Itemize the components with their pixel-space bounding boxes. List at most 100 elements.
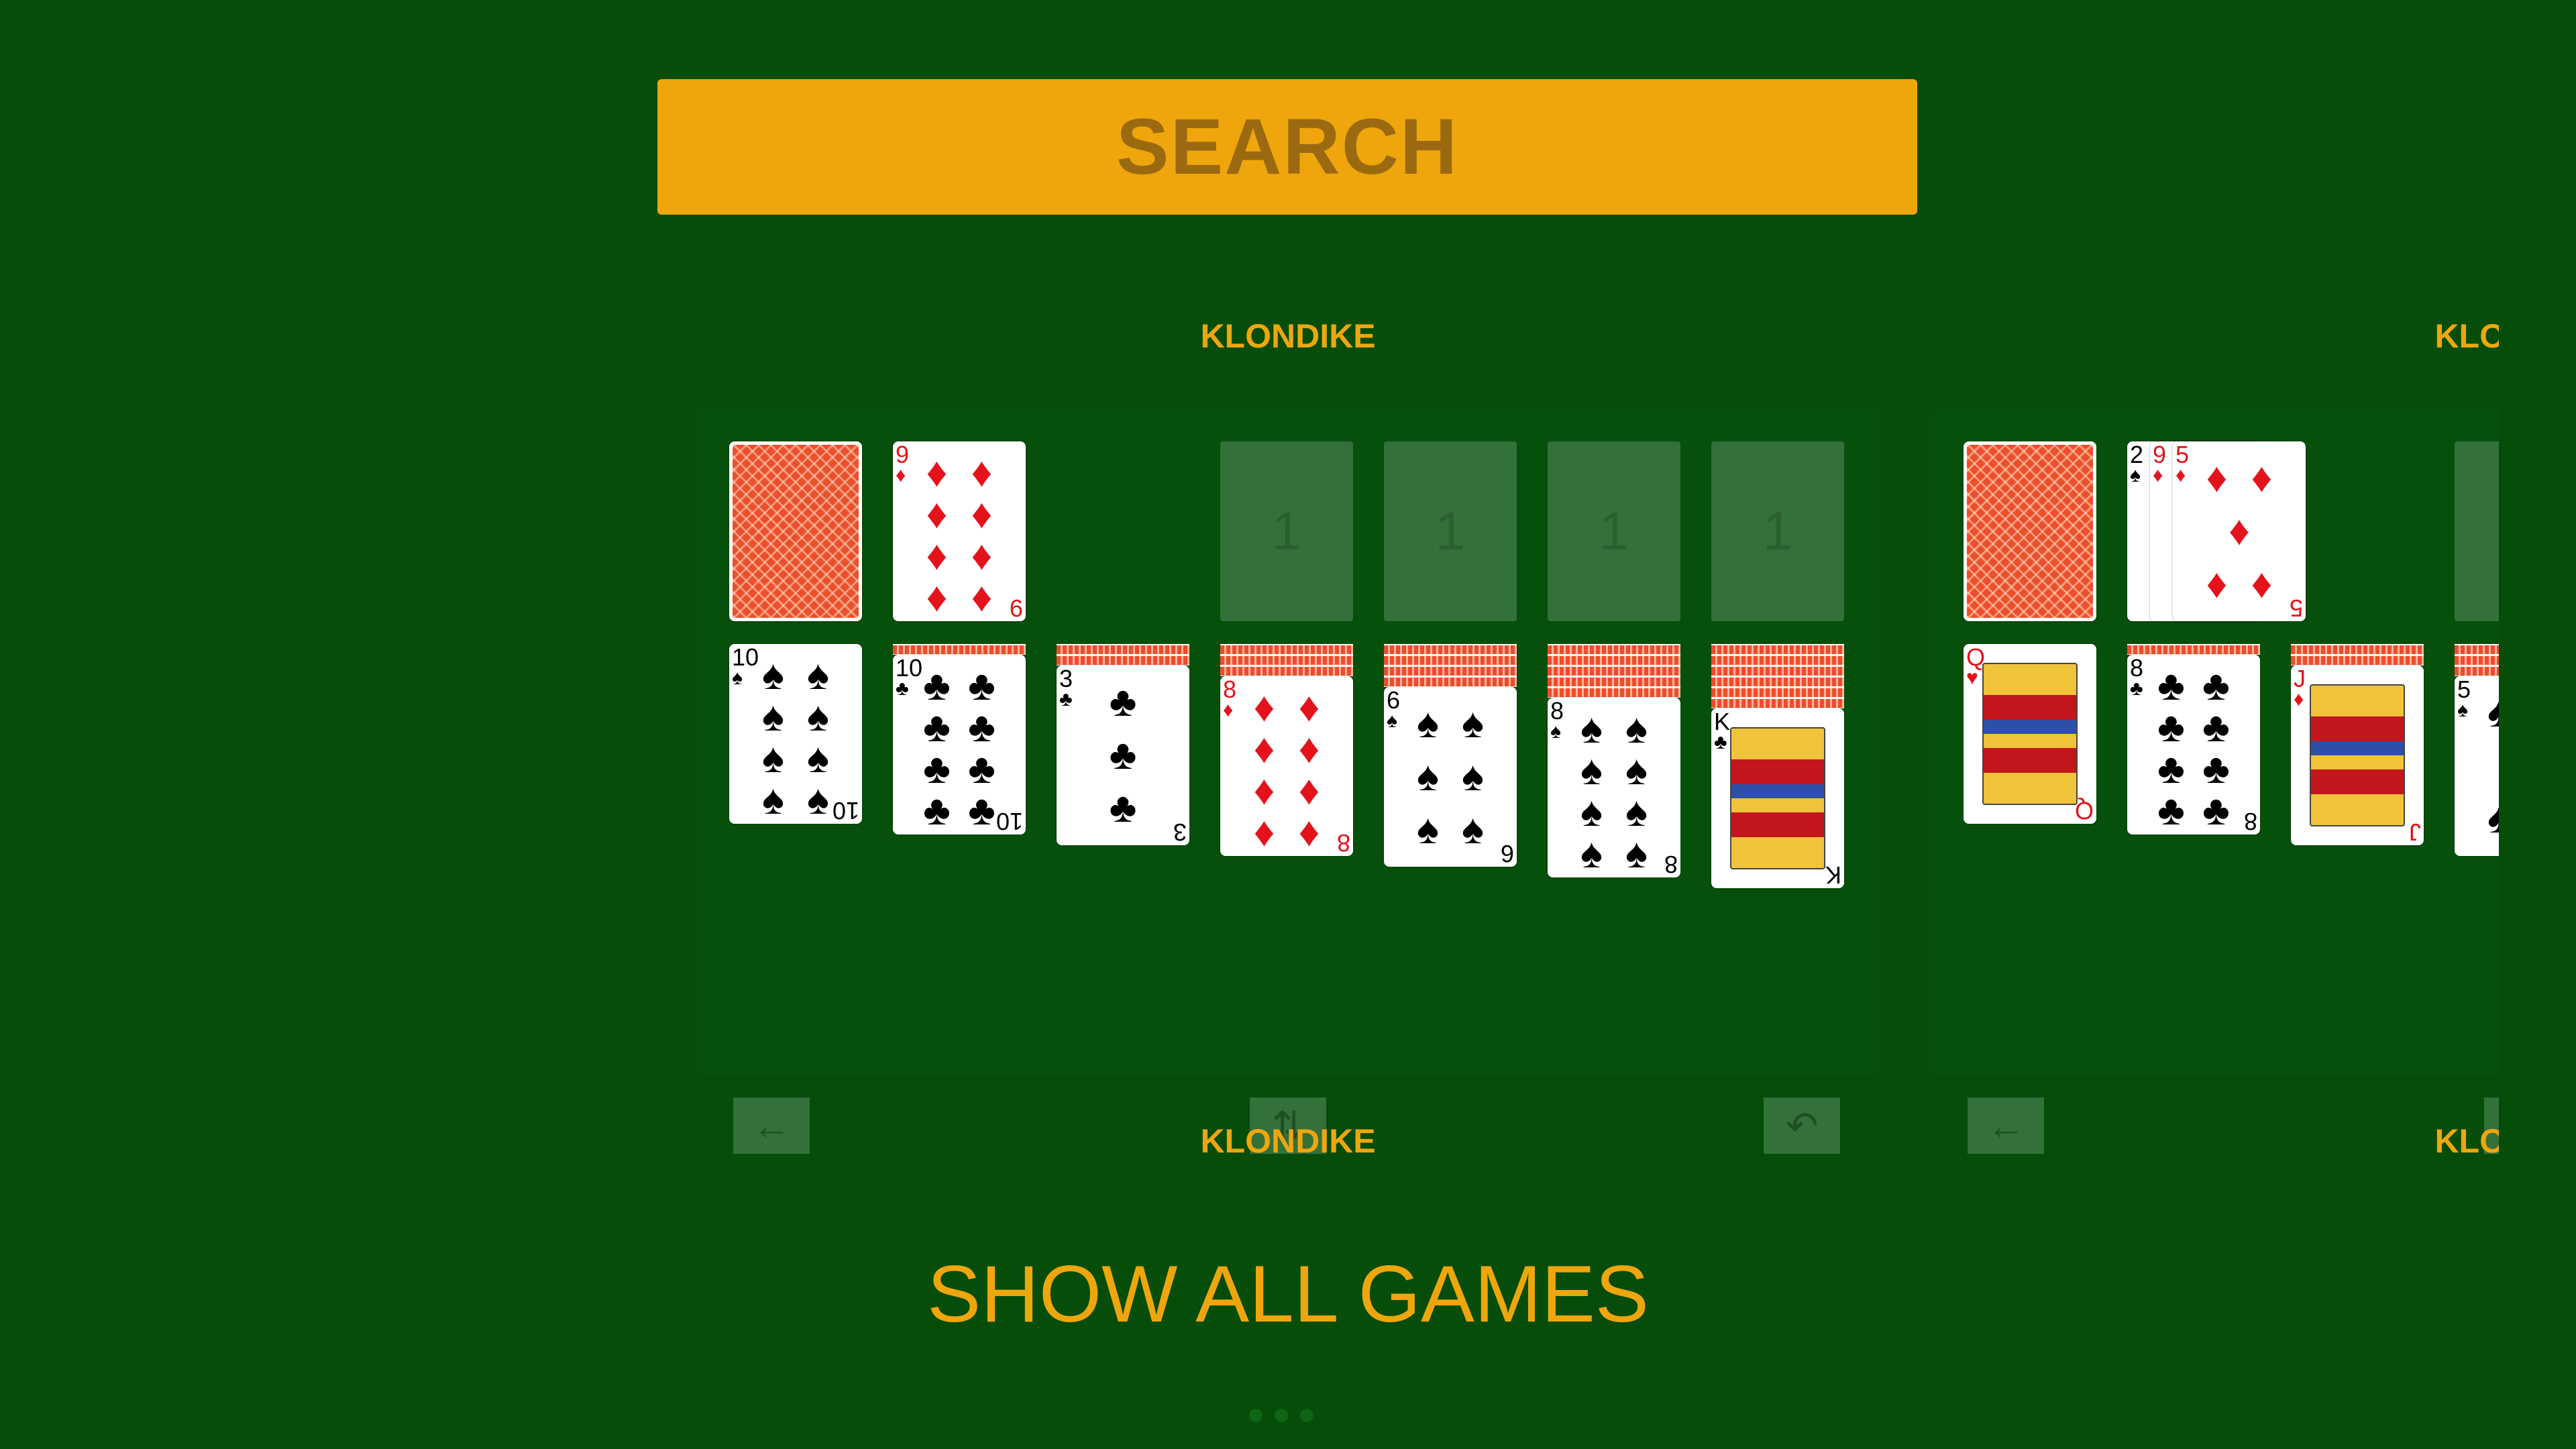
club-icon: ♣	[896, 678, 909, 700]
facedown-card	[1384, 665, 1517, 676]
facedown-card	[2455, 665, 2499, 676]
card-pips: ♣ ♣ ♣ ♣ ♣ ♣ ♣ ♣	[923, 663, 996, 834]
stock-pile[interactable]	[729, 441, 862, 621]
game-title: KLONDIKE	[2434, 317, 2499, 355]
tableau-card[interactable]: K ♣ K	[1711, 708, 1844, 888]
facedown-card	[1057, 655, 1189, 665]
facedown-card	[1220, 644, 1353, 655]
card-rank: K	[1714, 708, 1731, 735]
facedown-card	[1220, 665, 1353, 676]
tableau-card[interactable]: 8 ♠ ♠ ♠ ♠ ♠ ♠ ♠ ♠ ♠ 8	[1548, 698, 1680, 877]
page-dot[interactable]	[1275, 1409, 1288, 1422]
show-all-games-link[interactable]: SHOW ALL GAMES	[0, 1248, 2576, 1340]
tableau-card[interactable]: 6 ♠ ♠ ♠ ♠ ♠ ♠ ♠ 6	[1384, 687, 1517, 867]
card-pips: ♠♠♠♠♠	[2487, 690, 2499, 842]
game-board[interactable]: 2 ♠ 9 ♦ 5 ♦ ♦ ♦ ♦ ♦ ♦ 5 Q ♥ Q 8 ♣ ♣ ♣ ♣ …	[1929, 409, 2499, 1154]
card-rank: 9	[2153, 441, 2167, 468]
card-rank: 2	[2130, 441, 2144, 468]
tableau-card[interactable]: Q ♥ Q	[1964, 644, 2096, 824]
card-pips: ♦ ♦ ♦ ♦ ♦ ♦ ♦ ♦	[926, 449, 993, 621]
facedown-card	[2455, 655, 2499, 665]
diamond-icon: ♦	[2294, 688, 2304, 710]
card-pips: ♦ ♦ ♦ ♦ ♦ ♦ ♦ ♦	[1253, 684, 1320, 855]
facedown-card	[1548, 687, 1680, 698]
card-rank: 10	[832, 797, 859, 824]
game-preview-klondike-1[interactable]: KLONDIKE 9 ♦ ♦ ♦ ♦ ♦ ♦ ♦ ♦ ♦ 9 1 1 1 1 10 ♠	[694, 295, 1895, 1167]
foundation-slot[interactable]: 1	[1711, 441, 1844, 621]
tableau-card[interactable]: 8 ♦ ♦ ♦ ♦ ♦ ♦ ♦ ♦ ♦ 8	[1220, 676, 1353, 856]
foundation-slot[interactable]: 1	[1548, 441, 1680, 621]
tableau-card[interactable]: 3 ♣ ♣ ♣ ♣ 3	[1057, 665, 1189, 845]
page-dot[interactable]	[1300, 1409, 1313, 1422]
club-icon: ♣	[1714, 731, 1727, 753]
card-pips: ♠ ♠ ♠ ♠ ♠ ♠	[1417, 700, 1484, 853]
card-rank: 10	[996, 808, 1023, 835]
card-rank: 6	[1500, 840, 1514, 867]
diamond-icon: ♦	[2176, 464, 2186, 486]
facedown-card	[1711, 698, 1844, 708]
foundation-slot[interactable]	[2455, 441, 2499, 621]
game-title: KLONDIKE	[2434, 1122, 2499, 1160]
club-icon: ♣	[2130, 678, 2143, 700]
game-preview-klondike-2[interactable]: KLONDIKE 2 ♠ 9 ♦ 5 ♦ ♦♦♦♦♦ 5	[1929, 295, 2499, 1167]
facedown-card	[893, 644, 1026, 655]
games-carousel[interactable]: KLONDIKE 9 ♦ ♦ ♦ ♦ ♦ ♦ ♦ ♦ ♦ 9 1 1 1 1 10 ♠	[694, 295, 2499, 1167]
card-rank: 8	[2243, 808, 2257, 835]
card-rank: J	[2409, 818, 2421, 845]
card-rank: 8	[2130, 655, 2144, 682]
card-pips: ♣ ♣ ♣ ♣ ♣ ♣ ♣ ♣	[2157, 663, 2230, 834]
page-dot[interactable]	[1249, 1409, 1263, 1422]
card-rank: 8	[1223, 676, 1237, 703]
card-rank: 5	[2176, 441, 2190, 468]
facedown-card	[1711, 687, 1844, 698]
card-rank: 3	[1173, 818, 1187, 845]
pagination-dots-icon[interactable]	[1249, 1409, 1313, 1422]
facedown-card	[1384, 644, 1517, 655]
king-face-icon	[1730, 727, 1825, 869]
tableau-card[interactable]: 5 ♠ ♠♠♠♠♠	[2455, 676, 2499, 856]
card-pips: ♦ ♦ ♦ ♦ ♦	[2206, 455, 2273, 607]
card-rank: 8	[1550, 698, 1564, 724]
game-title: KLONDIKE	[1200, 1122, 1376, 1160]
card-rank: 9	[1009, 594, 1023, 621]
foundation-slot[interactable]: 1	[1220, 441, 1353, 621]
jack-face-icon	[2310, 684, 2405, 826]
card-pips: ♠ ♠ ♠ ♠ ♠ ♠ ♠ ♠	[1580, 706, 1648, 877]
tableau-card[interactable]: 10 ♠ ♠ ♠ ♠ ♠ ♠ ♠ ♠ ♠ 10	[729, 644, 862, 824]
foundation-slot[interactable]: 1	[1384, 441, 1517, 621]
facedown-card	[1384, 676, 1517, 687]
facedown-card	[2455, 644, 2499, 655]
club-icon: ♣	[1059, 688, 1073, 710]
spade-icon: ♠	[732, 667, 743, 689]
waste-card[interactable]: 9 ♦ ♦ ♦ ♦ ♦ ♦ ♦ ♦ ♦ 9	[893, 441, 1026, 621]
game-board[interactable]: 9 ♦ ♦ ♦ ♦ ♦ ♦ ♦ ♦ ♦ 9 1 1 1 1 10 ♠ ♠ ♠ ♠ ♠ ♠ ♠ ♠ ♠ 10	[694, 409, 1882, 1154]
queen-face-icon	[1982, 663, 2078, 805]
tableau-card[interactable]: J ♦ J	[2291, 665, 2424, 845]
facedown-card	[1711, 676, 1844, 687]
card-rank: 9	[896, 441, 910, 468]
facedown-card	[2291, 655, 2424, 665]
card-rank: 8	[1336, 829, 1350, 856]
card-rank: J	[2294, 665, 2306, 692]
diamond-icon: ♦	[1223, 699, 1234, 721]
spade-icon: ♠	[1550, 720, 1561, 743]
tableau-card[interactable]: 10 ♣ ♣ ♣ ♣ ♣ ♣ ♣ ♣ ♣ 10	[893, 655, 1026, 835]
heart-icon: ♥	[1966, 667, 1978, 689]
stock-pile[interactable]	[1964, 441, 2096, 621]
facedown-card	[1548, 665, 1680, 676]
game-title: KLONDIKE	[1200, 317, 1376, 355]
facedown-card	[1220, 655, 1353, 665]
facedown-card	[1711, 644, 1844, 655]
spade-icon: ♠	[2130, 464, 2141, 486]
facedown-card	[1711, 655, 1844, 665]
waste-card[interactable]: 5 ♦ ♦ ♦ ♦ ♦ ♦ 5	[2173, 441, 2306, 621]
tableau-card[interactable]: 8 ♣ ♣ ♣ ♣ ♣ ♣ ♣ ♣ ♣ 8	[2127, 655, 2260, 835]
card-pips: ♠ ♠ ♠ ♠ ♠ ♠ ♠ ♠	[762, 652, 829, 823]
search-button[interactable]: SEARCH	[657, 79, 1917, 215]
card-rank: 5	[2289, 594, 2303, 621]
facedown-card	[1548, 655, 1680, 665]
facedown-card	[2127, 644, 2260, 655]
card-rank: K	[1825, 861, 1841, 888]
card-rank: 6	[1387, 687, 1401, 714]
diamond-icon: ♦	[896, 464, 906, 486]
